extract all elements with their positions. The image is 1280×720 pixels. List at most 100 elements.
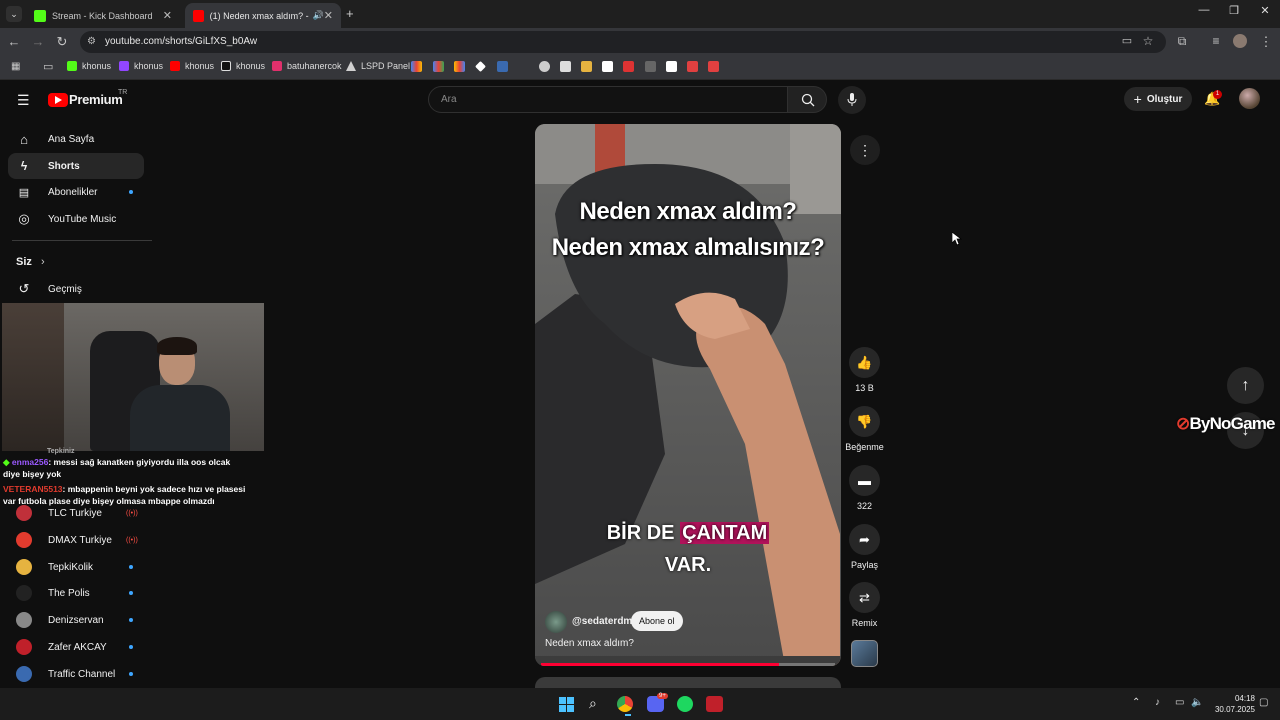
tab-youtube-short[interactable]: (1) Neden xmax aldım? - Yo 🔊 ✕: [185, 3, 341, 28]
sidebar-item-home[interactable]: ⌂ Ana Sayfa: [8, 126, 144, 152]
bookmark-star-icon[interactable]: ☆: [1139, 34, 1157, 48]
profile-avatar[interactable]: [1233, 34, 1247, 48]
notification-center-icon[interactable]: ▢: [1259, 697, 1268, 708]
sidebar-channel[interactable]: Traffic Channel: [8, 661, 144, 687]
search-button[interactable]: [787, 86, 827, 113]
close-tab-icon[interactable]: ✕: [324, 9, 333, 22]
globe-icon[interactable]: [539, 61, 550, 72]
network-icon[interactable]: ▭: [1175, 697, 1184, 708]
extensions-icon[interactable]: ⧉: [1173, 34, 1191, 49]
reload-icon[interactable]: ↻: [53, 34, 71, 50]
bookmark-icon[interactable]: [623, 61, 634, 72]
tray-mic-icon[interactable]: ♪: [1155, 697, 1160, 708]
more-options-icon[interactable]: ⋮: [850, 135, 880, 165]
new-content-dot: [129, 591, 133, 595]
cast-icon[interactable]: ▭: [1118, 34, 1136, 47]
bookmark-icon[interactable]: [666, 61, 677, 72]
sidebar-channel[interactable]: TepkiKolik: [8, 554, 144, 580]
volume-icon[interactable]: 🔈: [1191, 697, 1203, 708]
tray-expand-icon[interactable]: ⌃: [1132, 697, 1140, 708]
sound-thumbnail[interactable]: [851, 640, 878, 667]
tab-search-icon[interactable]: ⌄: [6, 6, 22, 22]
taskbar-search-icon[interactable]: ⌕: [589, 695, 597, 712]
sidebar-channel[interactable]: Denizservan: [8, 607, 144, 633]
kick-chat-icon: ◆: [3, 457, 10, 467]
sidebar-channel[interactable]: DMAX Turkiye ((•)): [8, 527, 144, 553]
home-icon: ⌂: [20, 131, 28, 147]
bookmark-item[interactable]: khonus: [67, 61, 111, 71]
restore-icon[interactable]: ❐: [1219, 4, 1249, 17]
spotify-taskbar-icon[interactable]: [677, 696, 693, 712]
chat-message: ◆ enma256: messi sağ kanatken giyiyordu …: [3, 456, 243, 480]
close-window-icon[interactable]: ✕: [1250, 4, 1280, 17]
hamburger-menu-icon[interactable]: ☰: [17, 92, 30, 109]
share-button[interactable]: ➦ Paylaş: [849, 524, 880, 570]
bookmark-icon[interactable]: [454, 61, 465, 72]
sidebar-item-subscriptions[interactable]: ▤ Abonelikler: [8, 179, 144, 205]
clock-time: 04:18: [1234, 694, 1255, 703]
new-content-dot: [129, 618, 133, 622]
sidebar-channel[interactable]: Zafer AKCAY: [8, 634, 144, 660]
sidebar-item-shorts[interactable]: ϟ Shorts: [8, 153, 144, 179]
progress-bar[interactable]: [541, 663, 835, 666]
site-info-icon[interactable]: ⚙: [87, 36, 96, 47]
menu-icon[interactable]: ⋮: [1257, 34, 1275, 50]
like-button[interactable]: 👍 13 B: [849, 347, 880, 393]
bookmark-icon[interactable]: [560, 61, 571, 72]
next-short-preview[interactable]: [535, 677, 841, 688]
previous-short-button[interactable]: ↑: [1227, 367, 1264, 404]
voice-search-button[interactable]: [838, 86, 866, 114]
forward-icon[interactable]: →: [29, 34, 47, 49]
apps-icon[interactable]: ▦: [11, 61, 20, 72]
sidebar-item-history[interactable]: ↺ Geçmiş: [8, 276, 144, 302]
clock[interactable]: 04:18 30.07.2025: [1209, 693, 1255, 715]
subscribe-button[interactable]: Abone ol: [631, 611, 683, 631]
search-input[interactable]: Ara: [428, 86, 788, 113]
progress-fill: [541, 663, 780, 666]
account-avatar[interactable]: [1239, 88, 1260, 109]
comment-icon: ▬: [849, 465, 880, 496]
bookmark-item[interactable]: LSPD Panel: [346, 61, 410, 71]
sidebar-you-header[interactable]: Siz ›: [16, 256, 45, 268]
bookmark-icon[interactable]: [433, 61, 444, 72]
create-button[interactable]: + Oluştur: [1124, 87, 1192, 111]
back-icon[interactable]: ←: [5, 34, 23, 49]
folder-icon[interactable]: ▭: [43, 60, 53, 73]
shorts-video-player[interactable]: Neden xmax aldım? Neden xmax almalısınız…: [535, 124, 841, 666]
short-title[interactable]: Neden xmax aldım?: [545, 638, 634, 649]
sidebar-channel[interactable]: TLC Turkiye ((•)): [8, 500, 144, 526]
start-button-icon[interactable]: [559, 697, 574, 712]
speaker-icon[interactable]: 🔊: [313, 10, 324, 21]
bookmark-icon[interactable]: [708, 61, 719, 72]
bookmark-icon[interactable]: [645, 61, 656, 72]
channel-avatar[interactable]: [545, 611, 567, 633]
bookmark-item[interactable]: khonus: [119, 61, 163, 71]
bookmark-item[interactable]: khonus: [170, 61, 214, 71]
bookmark-icon[interactable]: [687, 61, 698, 72]
comments-button[interactable]: ▬ 322: [849, 465, 880, 511]
bookmark-icon[interactable]: [497, 61, 508, 72]
share-icon: ➦: [849, 524, 880, 555]
sidebar-divider: [12, 240, 152, 241]
sidebar-channel[interactable]: The Polis: [8, 580, 144, 606]
bookmark-icon[interactable]: [602, 61, 613, 72]
sidebar-item-label: Geçmiş: [48, 283, 82, 295]
bookmark-item[interactable]: batuhanercok: [272, 61, 342, 71]
remix-button[interactable]: ⇄ Remix: [849, 582, 880, 628]
close-tab-icon[interactable]: ✕: [163, 9, 172, 22]
url-text[interactable]: youtube.com/shorts/GiLfXS_b0Aw: [105, 36, 257, 47]
youtube-premium-logo-text[interactable]: Premium: [69, 92, 123, 107]
chrome-taskbar-icon[interactable]: [617, 696, 633, 712]
channel-handle[interactable]: @sedaterdm: [572, 616, 632, 627]
minimize-icon[interactable]: —: [1189, 4, 1219, 16]
bookmark-icon[interactable]: [581, 61, 592, 72]
sidebar-item-youtube-music[interactable]: ◎ YouTube Music: [8, 206, 144, 232]
bookmark-item[interactable]: khonus: [221, 61, 265, 71]
media-icon[interactable]: ≡: [1207, 34, 1225, 48]
tab-kick-dashboard[interactable]: Stream - Kick Dashboard ✕: [26, 3, 180, 28]
dislike-button[interactable]: 👎 Beğenme: [845, 406, 884, 452]
bookmark-icon[interactable]: [411, 61, 422, 72]
app-taskbar-icon[interactable]: [706, 696, 723, 712]
new-tab-icon[interactable]: +: [346, 6, 354, 21]
youtube-logo-icon[interactable]: [48, 93, 68, 107]
